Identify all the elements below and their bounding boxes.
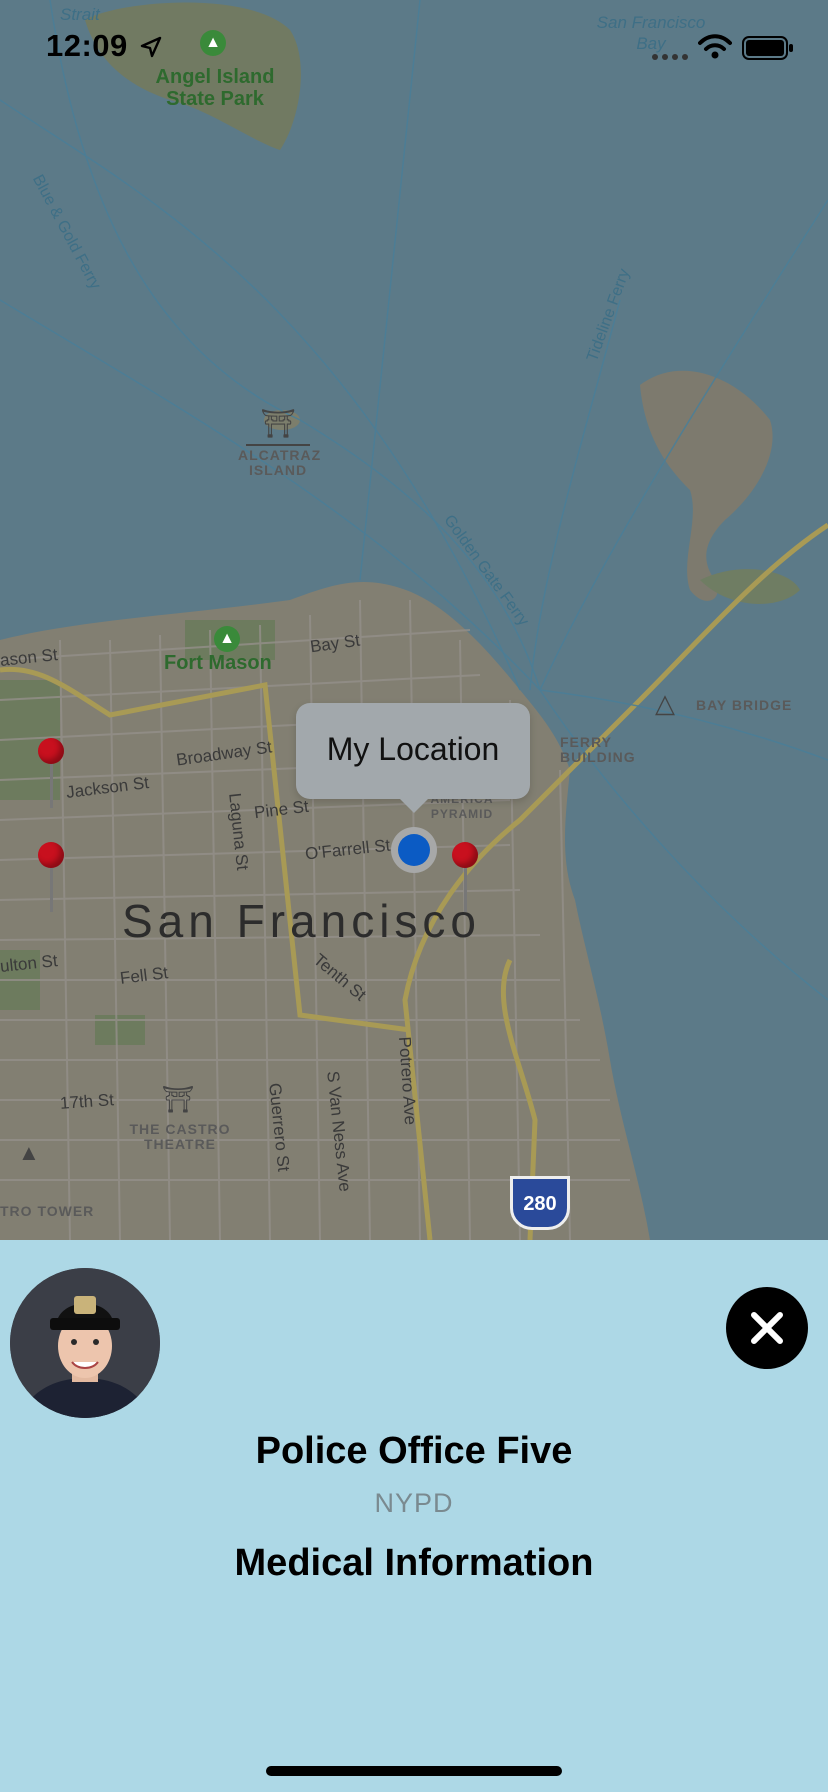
wifi-icon [698, 34, 732, 65]
home-indicator[interactable] [266, 1766, 562, 1776]
officer-avatar [10, 1268, 160, 1418]
officer-name: Police Office Five [255, 1430, 573, 1472]
poi-label-ferry-building: FERRY BUILDING [560, 734, 636, 765]
highway-280-shield: 280 [510, 1176, 570, 1230]
poi-label-alcatraz: ALCATRAZ ISLAND [238, 447, 322, 478]
signal-dots-icon [652, 54, 692, 60]
tower-icon: ▲ [18, 1140, 40, 1165]
my-location-callout[interactable]: My Location [296, 703, 530, 799]
poi-label-castro-theatre: THE CASTRO THEATRE [129, 1121, 231, 1152]
close-button[interactable] [726, 1287, 808, 1369]
status-time: 12:09 [46, 28, 128, 63]
bridge-icon: △ [655, 688, 675, 718]
theatre-icon: ⛩ [161, 1084, 195, 1114]
location-arrow-icon [140, 36, 162, 63]
water-label-strait: Strait [60, 5, 100, 24]
park-tree-icon: ▲ [214, 626, 240, 652]
callout-tail [398, 797, 430, 813]
landmark-icon: ⛩ [246, 406, 310, 446]
poi-label-bay-bridge: BAY BRIDGE [696, 697, 793, 713]
park-label-angel-island: Angel Island State Park [155, 66, 275, 110]
city-label: San Francisco [122, 895, 482, 947]
callout-label: My Location [326, 731, 500, 767]
officer-department: NYPD [374, 1488, 454, 1518]
street-label: 17th St [59, 1090, 115, 1113]
water-label-sf-bay: San Francisco Bay [596, 13, 706, 53]
user-location-dot[interactable] [391, 827, 437, 873]
park-label-fort-mason: Fort Mason [164, 652, 272, 674]
map-pin[interactable] [38, 842, 66, 920]
close-icon [751, 1312, 783, 1344]
poi-label-sutro-tower: TRO TOWER [0, 1203, 95, 1219]
map-view[interactable]: Strait San Francisco Bay Angel Island St… [0, 0, 828, 1240]
battery-icon [742, 36, 794, 65]
map-pin[interactable] [38, 738, 66, 816]
medical-info-heading: Medical Information [234, 1542, 594, 1584]
map-pin[interactable] [452, 842, 480, 920]
park-tree-icon: ▲ [200, 30, 226, 56]
